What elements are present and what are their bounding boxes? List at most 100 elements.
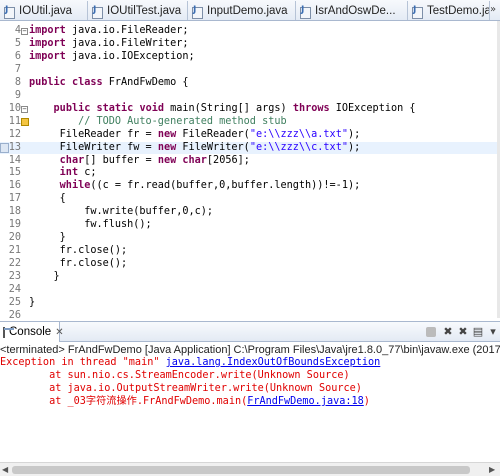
line-number: 22 <box>8 258 21 270</box>
scroll-right-icon[interactable]: ▶ <box>489 465 495 474</box>
java-file-icon <box>299 5 312 19</box>
code-line[interactable]: 17 { <box>0 193 497 206</box>
code-token: } <box>29 271 60 283</box>
code-line[interactable]: 26 <box>0 310 497 318</box>
code-line[interactable]: 20 } <box>0 232 497 245</box>
code-editor[interactable]: 4− import java.io.FileReader; 5 import java… <box>0 21 500 318</box>
code-line[interactable]: 19 fw.flush(); <box>0 219 497 232</box>
line-number: 24 <box>8 284 21 295</box>
tab-testdemo[interactable]: TestDemo.java <box>408 1 490 20</box>
code-text: while((c = fr.read(buffer,0,buffer.lengt… <box>29 180 361 193</box>
scroll-left-icon[interactable]: ◀ <box>2 465 8 474</box>
scroll-lock-icon[interactable]: ▤ <box>471 325 485 339</box>
view-menu-icon[interactable]: ▾ <box>486 325 500 339</box>
code-text: int c; <box>29 167 97 180</box>
exception-prefix: Exception in thread "main" <box>0 357 166 368</box>
code-token: java.io.FileWriter; <box>65 37 189 49</box>
code-line[interactable]: 14 char[] buffer = new char[2056]; <box>0 155 497 168</box>
tab-israndoswdemo[interactable]: IsrAndOswDe... <box>296 1 408 20</box>
exception-line: Exception in thread "main" java.lang.Ind… <box>0 357 500 369</box>
java-file-icon <box>411 5 424 19</box>
close-icon[interactable]: ✕ <box>55 327 63 338</box>
tab-label: IOUtil.java <box>19 5 73 17</box>
code-text: fw.write(buffer,0,c); <box>29 206 213 219</box>
code-text: fr.close(); <box>29 258 127 271</box>
code-token: public <box>53 102 91 114</box>
code-text: import java.io.FileWriter; <box>29 38 188 51</box>
code-token: } <box>29 296 36 308</box>
fold-toggle-icon[interactable]: − <box>21 105 28 113</box>
code-token: main(String[] args) <box>164 102 293 114</box>
code-line[interactable]: 10− public static void main(String[] arg… <box>0 103 497 116</box>
code-line[interactable]: 16 while((c = fr.read(buffer,0,buffer.le… <box>0 180 497 193</box>
code-token: FileReader fr = <box>29 128 158 140</box>
tab-label: IsrAndOswDe... <box>315 5 396 17</box>
code-line[interactable]: 5 import java.io.FileWriter; <box>0 38 497 51</box>
code-line[interactable]: 22 fr.close(); <box>0 258 497 271</box>
code-text: public class FrAndFwDemo { <box>29 77 189 90</box>
stack-trace-suffix: ) <box>363 396 370 407</box>
stack-trace-line: at java.io.OutputStreamWriter.write(Unkn… <box>0 383 362 394</box>
line-number: 12 <box>8 128 21 140</box>
code-line[interactable]: 15 int c; <box>0 167 497 180</box>
code-token: FrAndFwDemo { <box>102 76 189 88</box>
line-number: 18 <box>8 206 21 218</box>
exception-link[interactable]: java.lang.IndexOutOfBoundsException <box>166 357 381 368</box>
console-tab-label: Console <box>9 326 52 338</box>
remove-launch-icon[interactable]: ✖ <box>441 325 455 339</box>
terminate-icon[interactable] <box>426 327 436 337</box>
line-number: 26 <box>8 309 21 318</box>
tab-inputdemo[interactable]: InputDemo.java <box>188 1 296 20</box>
code-line[interactable]: 23 } <box>0 271 497 284</box>
console-output[interactable]: <terminated> FrAndFwDemo [Java Applicati… <box>0 342 500 476</box>
code-token: [] buffer = <box>84 154 158 166</box>
code-token: // TODO Auto-generated method stub <box>29 115 287 127</box>
task-marker-icon <box>21 117 29 126</box>
code-line[interactable]: 24 <box>0 284 497 297</box>
code-text: char[] buffer = new char[2056]; <box>29 155 250 168</box>
code-token: FileWriter fw = <box>29 141 158 153</box>
code-token: throws <box>292 102 330 114</box>
line-number: 11 <box>8 115 21 127</box>
source-link[interactable]: FrAndFwDemo.java:18 <box>247 396 364 407</box>
terminated-status: <terminated> FrAndFwDemo [Java Applicati… <box>0 344 500 356</box>
code-token: public <box>29 76 66 88</box>
code-token: fw.flush(); <box>29 219 152 231</box>
code-token: class <box>71 76 103 88</box>
scrollbar-thumb[interactable] <box>12 466 470 474</box>
tab-console[interactable]: Console ✕ <box>0 322 64 342</box>
code-token: char <box>59 154 85 166</box>
line-number: 23 <box>8 271 21 283</box>
console-horizontal-scrollbar[interactable]: ◀ ▶ <box>0 462 500 476</box>
code-token: "e:\\zzz\\c.txt" <box>249 141 348 153</box>
tab-ioutil[interactable]: IOUtil.java <box>0 1 88 20</box>
code-token: static <box>96 102 134 114</box>
occurrence-marker-icon <box>0 142 9 153</box>
remove-all-terminated-icon[interactable]: ✖ <box>456 325 470 339</box>
code-line[interactable]: 7 <box>0 64 497 77</box>
tab-overflow-icon[interactable]: » <box>490 4 496 15</box>
code-line[interactable]: 21 fr.close(); <box>0 245 497 258</box>
line-number: 21 <box>8 245 21 257</box>
code-line[interactable]: 12 FileReader fr = new FileReader("e:\\z… <box>0 129 497 142</box>
code-line[interactable]: 25} <box>0 297 497 310</box>
code-line[interactable]: 13 FileWriter fw = new FileWriter("e:\\z… <box>0 141 497 155</box>
code-line[interactable]: 4− import java.io.FileReader; <box>0 25 497 38</box>
line-number: 15 <box>8 167 21 179</box>
code-text: FileWriter fw = new FileWriter("e:\\zzz\… <box>29 141 361 155</box>
code-line[interactable]: 11 // TODO Auto-generated method stub <box>0 116 497 129</box>
code-token: "e:\\zzz\\a.txt" <box>249 128 348 140</box>
code-line[interactable]: 18 fw.write(buffer,0,c); <box>0 206 497 219</box>
code-line[interactable]: 6 import java.io.IOException; <box>0 51 497 64</box>
code-text: fw.flush(); <box>29 219 152 232</box>
fold-toggle-icon[interactable]: − <box>21 28 28 35</box>
line-number: 7 <box>14 63 21 75</box>
code-token: java.io.FileReader; <box>65 25 189 36</box>
editor-tab-bar: IOUtil.java IOUtilTest.java InputDemo.ja… <box>0 0 500 21</box>
code-token: new <box>157 128 177 140</box>
code-line[interactable]: 9 <box>0 90 497 103</box>
tab-ioutiltest[interactable]: IOUtilTest.java <box>88 1 188 20</box>
line-number: 5 <box>14 37 21 49</box>
code-line[interactable]: 8 public class FrAndFwDemo { <box>0 77 497 90</box>
code-token: } <box>29 232 66 244</box>
